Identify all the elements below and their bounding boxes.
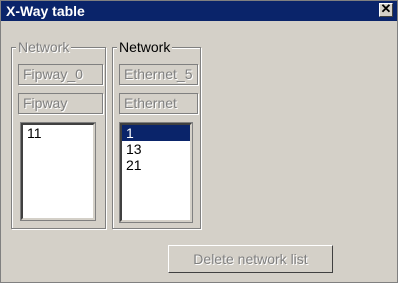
window-title: X-Way table: [6, 3, 85, 19]
close-icon: ✕: [380, 1, 392, 16]
network-type-field-right: Ethernet: [119, 93, 198, 114]
network-list-right-item[interactable]: 21: [122, 157, 190, 173]
network-group-right-legend: Network: [117, 39, 173, 55]
network-list-left-item[interactable]: 11: [23, 125, 93, 141]
network-list-left[interactable]: 11: [20, 122, 96, 221]
network-type-field-left: Fipway: [18, 93, 103, 114]
network-list-right-item[interactable]: 1: [122, 125, 190, 141]
network-name-field-left: Fipway_0: [18, 64, 103, 85]
network-list-right[interactable]: 1 13 21: [119, 122, 193, 223]
xway-table-dialog: X-Way table ✕ Network Fipway_0 Fipway 11…: [0, 0, 398, 283]
title-bar[interactable]: X-Way table ✕: [1, 1, 397, 21]
close-button[interactable]: ✕: [379, 1, 393, 17]
network-list-right-item[interactable]: 13: [122, 141, 190, 157]
network-name-field-right: Ethernet_5: [119, 64, 198, 85]
network-group-left-legend: Network: [16, 39, 72, 55]
delete-network-list-button[interactable]: Delete network list: [168, 245, 333, 273]
